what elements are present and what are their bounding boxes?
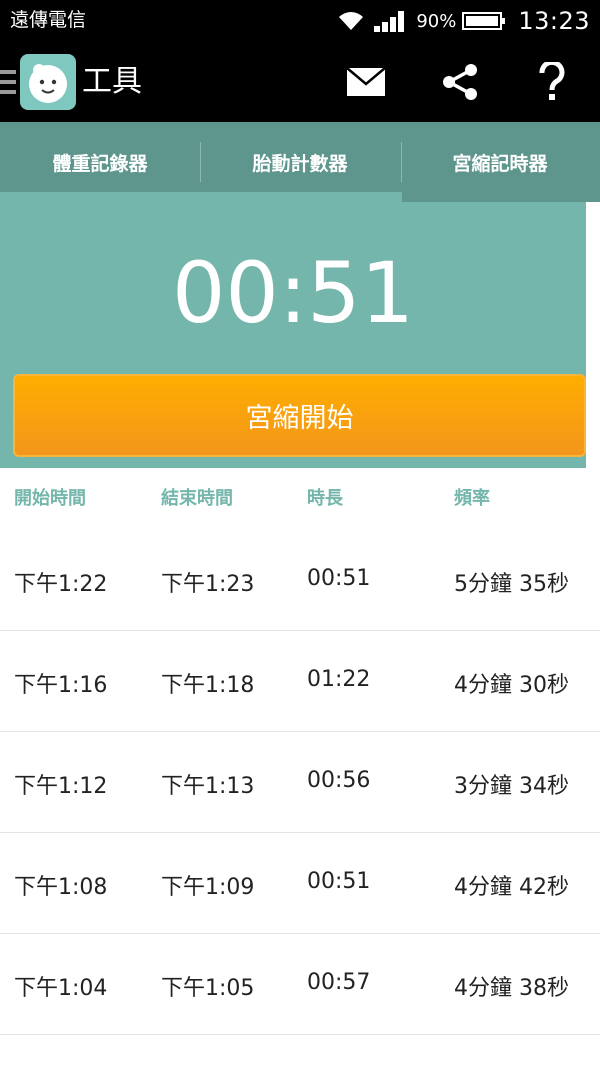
share-button[interactable] (430, 54, 490, 110)
duration-cell: 00:57 (307, 970, 371, 995)
table-header: 開始時間 結束時間 時長 頻率 (0, 468, 600, 530)
status-indicators: 90% 13:23 (338, 4, 590, 38)
frequency-cell: 4分鐘 30秒 (454, 673, 569, 698)
mail-icon (346, 67, 386, 96)
frequency-cell: 4分鐘 42秒 (454, 875, 569, 900)
table-row[interactable]: 下午1:08 下午1:09 00:51 4分鐘 42秒 (0, 833, 600, 934)
duration-cell: 00:56 (307, 768, 371, 793)
battery-percent: 90% (416, 10, 457, 32)
mail-button[interactable] (336, 54, 396, 110)
tab-weight-recorder[interactable]: 體重記錄器 (0, 122, 200, 202)
table-row[interactable]: 下午1:04 下午1:05 00:57 4分鐘 38秒 (0, 934, 600, 1035)
app-logo[interactable] (20, 54, 76, 110)
end-time-cell: 下午1:09 (161, 875, 255, 900)
status-bar: 遠傳電信 90% 13:23 (0, 0, 600, 42)
drawer-icon[interactable] (0, 68, 18, 96)
table-row[interactable]: 下午1:22 下午1:23 00:51 5分鐘 35秒 (0, 530, 600, 631)
table-row[interactable]: 下午1:16 下午1:18 01:22 4分鐘 30秒 (0, 631, 600, 732)
start-time-cell: 下午1:08 (14, 875, 108, 900)
duration-cell: 00:51 (307, 869, 371, 894)
active-tab-indicator (402, 192, 600, 202)
header-duration: 時長 (307, 488, 343, 509)
end-time-cell: 下午1:13 (161, 774, 255, 799)
header-start-time: 開始時間 (14, 488, 86, 509)
battery-icon (462, 12, 506, 30)
start-time-cell: 下午1:22 (14, 572, 108, 597)
help-button[interactable] (522, 54, 582, 110)
start-time-cell: 下午1:16 (14, 673, 108, 698)
screen-title: 工具 (82, 64, 142, 99)
frequency-cell: 5分鐘 35秒 (454, 572, 569, 597)
wifi-icon (339, 12, 364, 30)
start-time-cell: 下午1:04 (14, 976, 108, 1001)
tab-kick-counter[interactable]: 胎動計數器 (200, 122, 400, 202)
signal-icon (374, 11, 405, 32)
status-clock: 13:23 (518, 7, 590, 35)
contraction-start-button[interactable]: 宮縮開始 (13, 374, 586, 457)
header-end-time: 結束時間 (161, 488, 233, 509)
action-bar: 工具 (0, 42, 600, 122)
end-time-cell: 下午1:05 (161, 976, 255, 1001)
tab-contraction-timer[interactable]: 宮縮記時器 (400, 122, 600, 202)
end-time-cell: 下午1:23 (161, 572, 255, 597)
end-time-cell: 下午1:18 (161, 673, 255, 698)
timer-display: 00:51 (171, 244, 415, 342)
duration-cell: 00:51 (307, 566, 371, 591)
start-time-cell: 下午1:12 (14, 774, 108, 799)
frequency-cell: 4分鐘 38秒 (454, 976, 569, 1001)
header-frequency: 頻率 (454, 488, 490, 509)
help-icon (539, 62, 565, 100)
share-icon (443, 64, 477, 100)
baby-face-icon (29, 64, 67, 103)
carrier-name: 遠傳電信 (10, 9, 87, 31)
table-row[interactable]: 下午1:12 下午1:13 00:56 3分鐘 34秒 (0, 732, 600, 833)
duration-cell: 01:22 (307, 667, 371, 692)
tab-bar: 體重記錄器 胎動計數器 宮縮記時器 (0, 122, 600, 202)
frequency-cell: 3分鐘 34秒 (454, 774, 569, 799)
